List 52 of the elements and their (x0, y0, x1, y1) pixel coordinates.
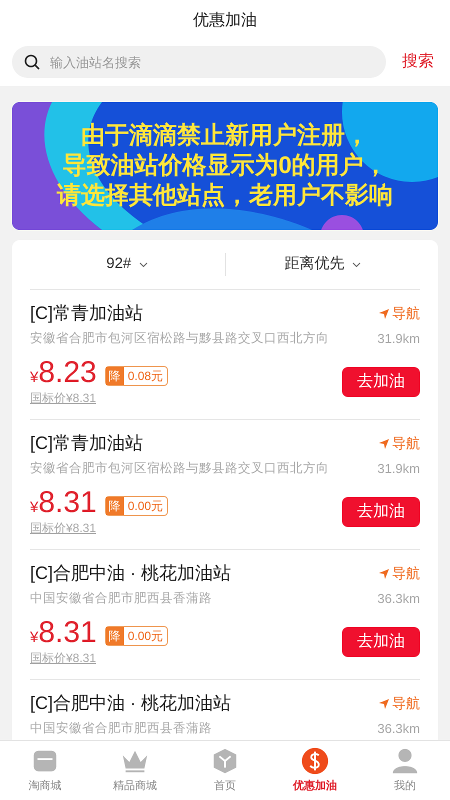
currency-symbol: ¥ (30, 498, 38, 518)
station-name: [C]常青加油站 (30, 302, 144, 325)
refuel-button[interactable]: 去加油 (342, 366, 420, 397)
price-text: 8.23 (38, 356, 97, 388)
station-address: 安徽省合肥市包河区宿松路与黟县路交叉口西北方向 (30, 330, 329, 348)
chevron-down-icon (139, 262, 148, 268)
navigation-arrow-icon (378, 568, 390, 580)
station-address: 中国安徽省合肥市肥西县香蒲路 (30, 720, 212, 738)
refuel-button[interactable]: 去加油 (342, 626, 420, 657)
list-price-text: 国标价¥8.31 (30, 390, 98, 407)
search-button[interactable]: 搜索 (398, 50, 438, 74)
banner-text: 导致油站价格显示为0的用户， (62, 151, 388, 181)
tab-item[interactable]: 首页 (180, 741, 270, 800)
navigation-arrow-icon (378, 698, 390, 710)
search-field[interactable]: 输入油站名搜索 (12, 46, 386, 78)
refuel-button[interactable]: 去加油 (342, 496, 420, 527)
list-price-text: 国标价¥8.31 (30, 650, 98, 667)
distance-text: 36.3km (377, 720, 420, 738)
discount-tag: 降 0.00元 (104, 626, 168, 646)
price-text: 8.31 (38, 486, 97, 518)
station-name: [C]常青加油站 (30, 432, 144, 455)
navigate-link[interactable]: 导航 (378, 303, 420, 324)
search-icon (24, 54, 40, 70)
tab-item[interactable]: 淘商城 (0, 741, 90, 800)
tab-item[interactable]: 我的 (360, 741, 450, 800)
tab-item[interactable]: 精品商城 (90, 741, 180, 800)
chevron-down-icon (352, 262, 362, 268)
navigate-link[interactable]: 导航 (378, 433, 420, 454)
filter-dropdown[interactable]: 距离优先 (284, 253, 362, 276)
station-name: [C]合肥中油 · 桃花加油站 (30, 562, 231, 585)
station-name: [C]合肥中油 · 桃花加油站 (30, 692, 231, 715)
navigate-link[interactable]: 导航 (378, 693, 420, 714)
station-address: 安徽省合肥市包河区宿松路与黟县路交叉口西北方向 (30, 460, 329, 478)
currency-symbol: ¥ (30, 628, 38, 648)
navigation-arrow-icon (378, 438, 390, 450)
distance-text: 31.9km (377, 460, 420, 478)
discount-tag: 降 0.08元 (104, 366, 168, 386)
navigate-link[interactable]: 导航 (378, 563, 420, 584)
list-price-text: 国标价¥8.31 (30, 520, 98, 537)
banner-text: 由于滴滴禁止新用户注册， (81, 121, 369, 151)
page-title: 优惠加油 (193, 10, 257, 31)
currency-symbol: ¥ (30, 368, 38, 388)
banner-text: 请选择其他站点，老用户不影响 (57, 181, 393, 211)
price-text: 8.31 (38, 616, 97, 648)
filter-dropdown[interactable]: 92# (106, 253, 148, 276)
distance-text: 36.3km (377, 590, 420, 608)
station-address: 中国安徽省合肥市肥西县香蒲路 (30, 590, 212, 608)
navigation-arrow-icon (378, 308, 390, 320)
discount-tag: 降 0.00元 (104, 496, 168, 516)
distance-text: 31.9km (377, 330, 420, 348)
tab-item[interactable]: 优惠加油 (270, 741, 360, 800)
announcement-banner[interactable]: 由于滴滴禁止新用户注册， 导致油站价格显示为0的用户， 请选择其他站点，老用户不影响 (12, 102, 438, 230)
